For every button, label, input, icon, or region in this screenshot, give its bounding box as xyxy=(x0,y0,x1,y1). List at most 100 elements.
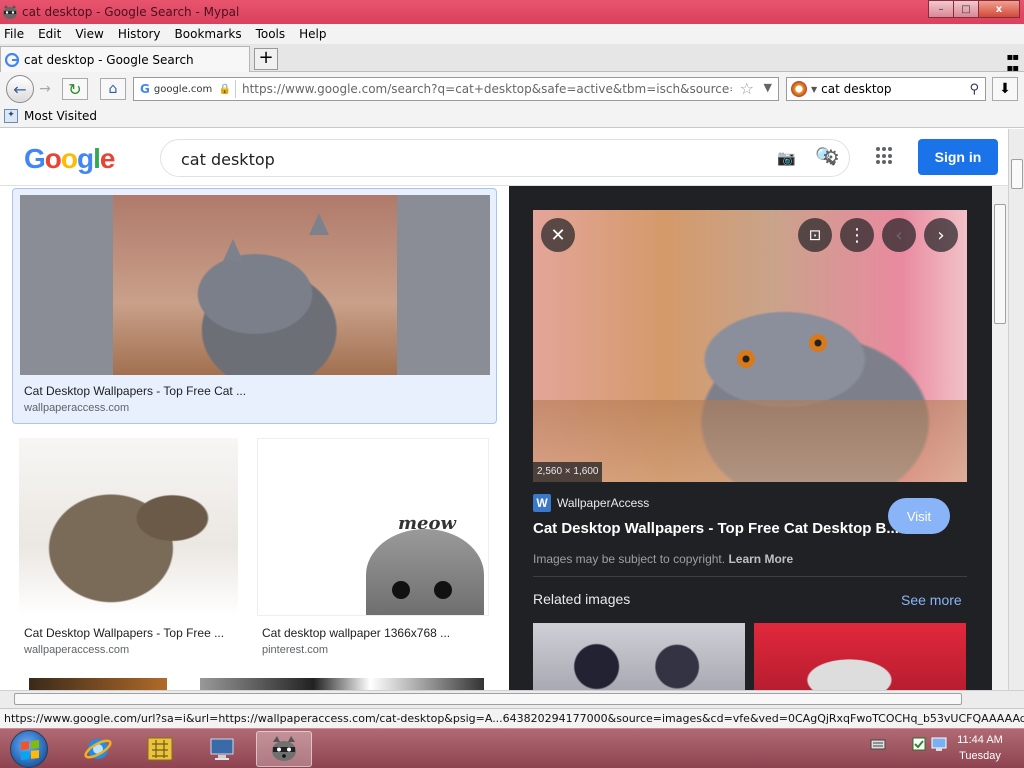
image-results-grid: Cat Desktop Wallpapers - Top Free Cat ..… xyxy=(0,186,505,690)
bookmark-most-visited[interactable]: Most Visited xyxy=(24,109,97,123)
google-search-input[interactable]: cat desktop xyxy=(181,150,275,169)
tab-label: cat desktop - Google Search xyxy=(24,52,194,67)
close-preview-button[interactable]: ✕ xyxy=(541,218,575,252)
image-preview-panel: ✕ ⊡ ⋮ ‹ › 2,560 × 1,600 W WallpaperAcces… xyxy=(509,186,992,690)
site-identity[interactable]: G google.com 🔒 xyxy=(136,80,236,98)
tab-google-search[interactable]: cat desktop - Google Search xyxy=(0,46,250,72)
folder-grid-icon xyxy=(147,737,173,761)
reload-icon: ↻ xyxy=(68,79,82,99)
result-thumbnail[interactable]: meow xyxy=(257,438,489,616)
preview-source-name[interactable]: WallpaperAccess xyxy=(557,496,649,510)
result-title[interactable]: Cat desktop wallpaper 1366x768 ... xyxy=(262,626,450,640)
menu-history[interactable]: History xyxy=(118,27,161,41)
browser-search-value[interactable]: cat desktop xyxy=(821,82,969,96)
menu-view[interactable]: View xyxy=(75,27,103,41)
action-center-flag-icon[interactable] xyxy=(910,735,928,753)
related-image[interactable] xyxy=(754,623,966,690)
keyboard-icon[interactable] xyxy=(870,737,886,751)
minimize-button[interactable]: – xyxy=(928,0,954,18)
start-button[interactable] xyxy=(10,730,48,768)
chevron-left-icon: ‹ xyxy=(895,224,903,246)
url-text[interactable]: https://www.google.com/search?q=cat+desk… xyxy=(242,82,732,96)
taskbar: 11:44 AM Tuesday xyxy=(0,728,1024,768)
menu-help[interactable]: Help xyxy=(299,27,326,41)
result-card[interactable]: Cat Desktop Wallpapers - Top Free ... wa… xyxy=(19,438,239,658)
chevron-right-icon: › xyxy=(937,224,945,246)
clock-time: 11:44 AM xyxy=(957,734,1003,746)
google-doodle-logo[interactable]: Google xyxy=(24,143,115,175)
clock-day: Tuesday xyxy=(959,750,1001,762)
browser-search-box[interactable]: ▼ cat desktop ⚲ xyxy=(786,77,986,101)
page-vertical-scrollbar[interactable] xyxy=(1008,129,1024,690)
page-horizontal-scrollbar[interactable] xyxy=(0,690,1024,708)
sign-in-button[interactable]: Sign in xyxy=(918,139,998,175)
back-button[interactable]: ← xyxy=(6,75,34,103)
related-image[interactable] xyxy=(533,623,745,690)
google-favicon-icon xyxy=(5,52,19,67)
new-tab-button[interactable]: + xyxy=(254,48,278,70)
more-options-button[interactable]: ⋮ xyxy=(840,218,874,252)
result-thumbnail[interactable] xyxy=(200,678,484,690)
url-dropdown-icon[interactable]: ▼ xyxy=(764,81,772,94)
menu-bar: File Edit View History Bookmarks Tools H… xyxy=(0,24,1024,44)
menu-tools[interactable]: Tools xyxy=(256,27,286,41)
search-engine-icon[interactable] xyxy=(791,81,807,97)
internet-explorer-icon xyxy=(84,739,112,759)
result-title[interactable]: Cat Desktop Wallpapers - Top Free Cat ..… xyxy=(24,384,246,398)
result-thumbnail[interactable] xyxy=(20,195,490,375)
menu-edit[interactable]: Edit xyxy=(38,27,61,41)
taskbar-internet-explorer[interactable] xyxy=(70,731,126,767)
title-bar: cat desktop - Google Search - Mypal – □ … xyxy=(0,0,1024,24)
tab-strip: cat desktop - Google Search + ▪▪ ▪▪ xyxy=(0,44,1024,74)
result-card[interactable]: Cat Desktop Wallpapers - Top Free Cat ..… xyxy=(12,188,497,424)
download-arrow-icon: ⬇ xyxy=(999,81,1011,97)
result-card[interactable]: meow Cat desktop wallpaper 1366x768 ... … xyxy=(257,438,489,658)
see-more-link[interactable]: See more xyxy=(901,592,962,608)
search-icon[interactable]: ⚲ xyxy=(969,82,979,97)
menu-bookmarks[interactable]: Bookmarks xyxy=(175,27,242,41)
taskbar-mypal[interactable] xyxy=(256,731,312,767)
scrollbar-thumb[interactable] xyxy=(994,204,1006,324)
next-image-button[interactable]: › xyxy=(924,218,958,252)
reload-button[interactable]: ↻ xyxy=(62,78,88,100)
image-dimensions: 2,560 × 1,600 xyxy=(533,462,603,482)
results-scrollbar[interactable] xyxy=(992,186,1008,690)
apps-grid-icon[interactable] xyxy=(876,147,894,165)
url-bar[interactable]: G google.com 🔒 https://www.google.com/se… xyxy=(133,77,779,101)
status-bar: https://www.google.com/url?sa=i&url=http… xyxy=(0,708,1024,728)
scrollbar-thumb[interactable] xyxy=(14,693,962,705)
result-thumbnail[interactable] xyxy=(29,678,167,690)
google-search-box[interactable]: cat desktop 📷 🔍 xyxy=(160,139,850,177)
home-button[interactable]: ⌂ xyxy=(100,78,126,100)
divider xyxy=(533,576,967,577)
window-title: cat desktop - Google Search - Mypal xyxy=(22,5,240,19)
google-header: Google cat desktop 📷 🔍 ⚙ Sign in xyxy=(0,129,1008,186)
bookmark-folder-icon: ✦ xyxy=(4,108,18,123)
preview-title[interactable]: Cat Desktop Wallpapers - Top Free Cat De… xyxy=(533,520,899,537)
close-icon: ✕ xyxy=(550,224,566,246)
lens-search-button[interactable]: ⊡ xyxy=(798,218,832,252)
maximize-button[interactable]: □ xyxy=(953,0,979,18)
taskbar-computer[interactable] xyxy=(194,731,250,767)
downloads-button[interactable]: ⬇ xyxy=(992,77,1018,101)
cat-image xyxy=(113,195,397,375)
bookmark-star-icon[interactable]: ☆ xyxy=(740,79,754,98)
menu-file[interactable]: File xyxy=(4,27,24,41)
engine-dropdown-icon[interactable]: ▼ xyxy=(811,85,817,94)
system-clock[interactable]: 11:44 AM Tuesday xyxy=(940,732,1020,764)
preview-source[interactable]: W WallpaperAccess xyxy=(533,494,649,512)
forward-button[interactable]: → xyxy=(34,79,56,99)
close-button[interactable]: x xyxy=(978,0,1020,18)
tab-list-icon[interactable]: ▪▪ ▪▪ xyxy=(1006,52,1019,74)
settings-gear-icon[interactable]: ⚙ xyxy=(822,145,840,169)
learn-more-link[interactable]: Learn More xyxy=(728,552,793,566)
taskbar-file-manager[interactable] xyxy=(132,731,188,767)
result-source: wallpaperaccess.com xyxy=(24,644,130,656)
previous-image-button[interactable]: ‹ xyxy=(882,218,916,252)
scrollbar-thumb[interactable] xyxy=(1011,159,1023,189)
camera-icon[interactable]: 📷 xyxy=(777,149,796,167)
visit-button[interactable]: Visit xyxy=(888,498,950,534)
bookmarks-toolbar: ✦ Most Visited xyxy=(0,104,1024,128)
result-thumbnail[interactable] xyxy=(19,438,238,616)
result-title[interactable]: Cat Desktop Wallpapers - Top Free ... xyxy=(24,626,224,640)
